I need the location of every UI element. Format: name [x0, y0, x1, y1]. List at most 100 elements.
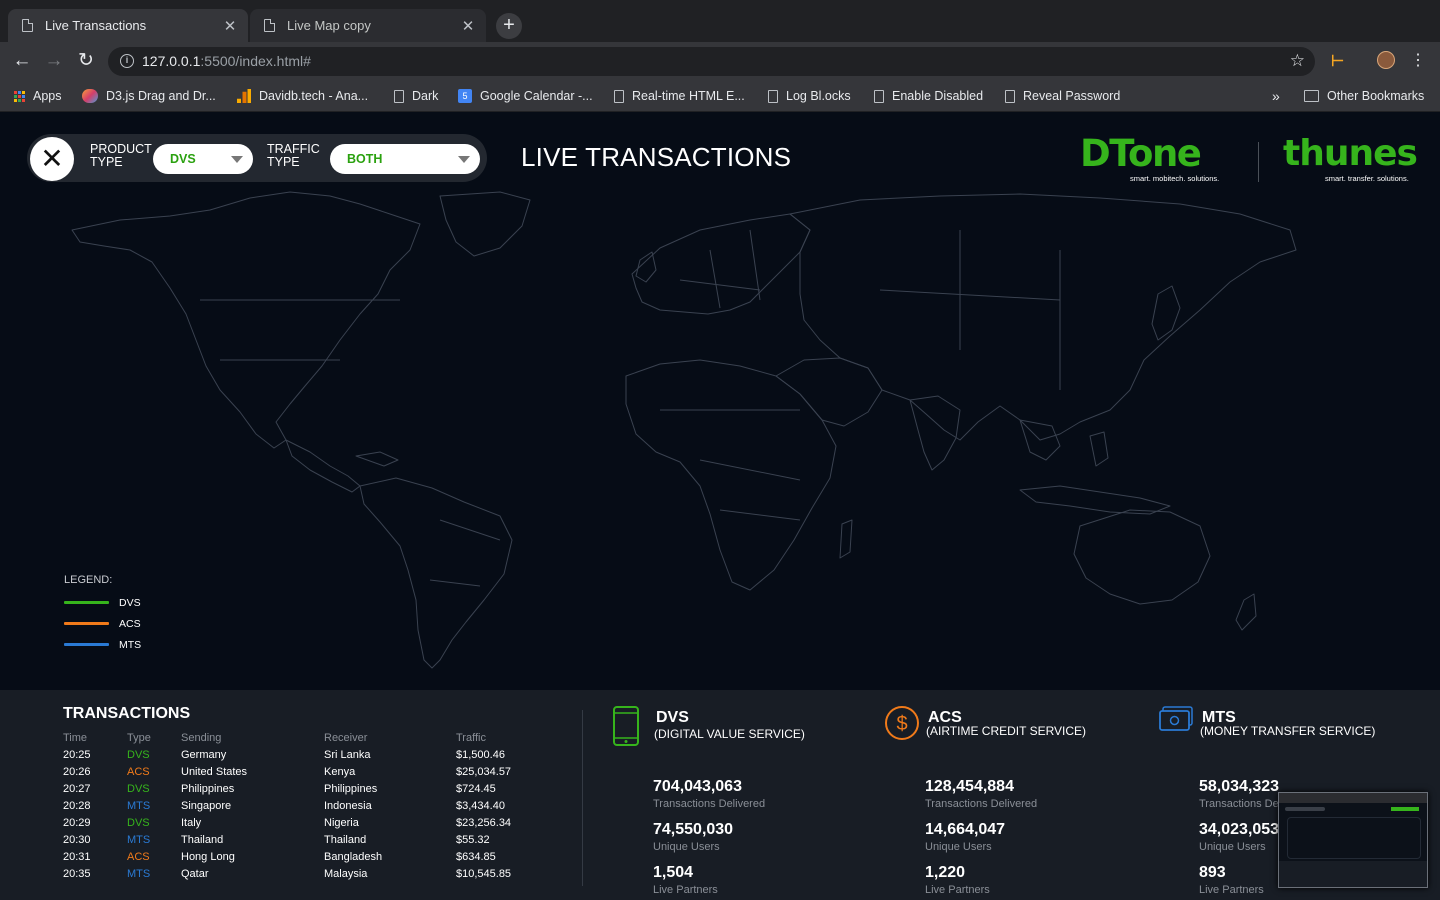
bookmark-star-icon[interactable]: ☆ [1290, 51, 1305, 71]
bookmark-label: Log Bl.ocks [786, 89, 851, 103]
map-greenland [439, 191, 531, 257]
bookmark-log-blocks[interactable]: Log Bl.ocks [768, 86, 851, 106]
tab-title: Live Transactions [45, 18, 147, 33]
thumbnail-controls [1285, 807, 1325, 811]
thumbnail-map [1287, 817, 1421, 859]
cell-traffic: $3,434.40 [456, 800, 505, 812]
svg-text:$: $ [896, 713, 907, 735]
stat-partners-label: Live Partners [1199, 884, 1264, 896]
forward-arrow-icon[interactable]: → [43, 50, 65, 72]
stats-panel: TRANSACTIONS Time Type Sending Receiver … [0, 690, 1440, 900]
thumbnail-chrome [1279, 793, 1427, 803]
stat-users: 34,023,053 [1199, 821, 1280, 838]
cell-traffic: $25,034.57 [456, 766, 512, 778]
dtone-tagline: smart. mobitech. solutions. [1130, 174, 1220, 183]
page-icon [1005, 89, 1015, 103]
map-europe [631, 213, 811, 315]
url-text[interactable]: 127.0.0.1:5500/index.html# [142, 53, 311, 69]
bookmark-apps[interactable]: Apps [14, 86, 62, 106]
cell-type: MTS [127, 800, 151, 812]
map-japan [1151, 285, 1181, 341]
tab-live-transactions[interactable]: Live Transactions ✕ [8, 9, 248, 42]
traffic-type-select[interactable]: BOTH [330, 144, 480, 174]
page-icon [874, 89, 884, 103]
header-receiver: Receiver [324, 732, 368, 744]
map-asia [789, 193, 1297, 441]
stat-users: 74,550,030 [653, 821, 734, 838]
url-host: 127.0.0.1 [142, 53, 201, 69]
cell-receiver: Indonesia [324, 800, 372, 812]
cell-time: 20:27 [63, 783, 91, 795]
bookmarks-overflow-chevron-icon[interactable]: » [1272, 86, 1280, 106]
live-transactions-app: ✕ PRODUCT TYPE DVS TRAFFIC TYPE BOTH LIV… [0, 112, 1440, 900]
tab-live-map-copy[interactable]: Live Map copy ✕ [250, 9, 486, 42]
header-traffic: Traffic [456, 732, 486, 744]
other-bookmarks-folder[interactable]: Other Bookmarks [1304, 86, 1424, 106]
cell-type: MTS [127, 834, 151, 846]
cell-traffic: $634.85 [456, 851, 496, 863]
bookmark-google-calendar[interactable]: 5 Google Calendar -... [458, 86, 593, 106]
bookmark-label: Dark [412, 89, 439, 103]
cell-time: 20:29 [63, 817, 91, 829]
stat-users-label: Unique Users [1199, 841, 1266, 853]
profile-avatar[interactable] [1377, 51, 1395, 69]
legend-label: MTS [119, 638, 142, 651]
bookmark-dark[interactable]: Dark [394, 86, 438, 106]
dtone-logo: DTone smart. mobitech. solutions. [1080, 134, 1240, 188]
url-path: :5500/index.html# [200, 53, 311, 69]
close-icon[interactable]: ✕ [30, 137, 74, 181]
legend-title: LEGEND: [64, 574, 113, 586]
map-caribbean [355, 451, 399, 467]
close-tab-icon[interactable]: ✕ [460, 17, 476, 35]
product-type-select[interactable]: DVS [153, 144, 253, 174]
legend-line-acs [64, 622, 109, 625]
map-philippines [1089, 431, 1109, 467]
new-tab-button[interactable]: + [496, 13, 522, 39]
stat-transactions-label: Transactions Delivered [653, 798, 766, 810]
screenshot-thumbnail[interactable] [1278, 792, 1428, 888]
cell-sending: Hong Long [181, 851, 235, 863]
stat-transactions: 58,034,323 [1199, 778, 1280, 795]
bookmark-realtime-html[interactable]: Real-time HTML E... [614, 86, 745, 106]
header-sending: Sending [181, 732, 222, 744]
bookmark-enable-disabled[interactable]: Enable Disabled [874, 86, 983, 106]
map-north-america [71, 191, 421, 449]
cell-receiver: Malaysia [324, 868, 368, 880]
close-tab-icon[interactable]: ✕ [222, 17, 238, 35]
bookmark-davidb-tech[interactable]: Davidb.tech - Ana... [237, 86, 368, 106]
browser-menu-icon[interactable]: ⋮ [1410, 50, 1426, 70]
panel-divider [582, 710, 583, 886]
cell-type: ACS [127, 851, 150, 863]
stat-transactions-label: Transactions Delivered [925, 798, 1038, 810]
d3-favicon-icon [82, 89, 98, 103]
stat-partners: 1,220 [925, 864, 966, 881]
bookmark-d3-drag[interactable]: D3.js Drag and Dr... [82, 86, 216, 106]
stat-partners: 1,504 [653, 864, 694, 881]
legend-line-mts [64, 643, 109, 646]
thunes-wordmark: thunes [1283, 133, 1418, 174]
chevron-down-icon [458, 156, 470, 163]
extension-icon[interactable]: ⊢ [1331, 52, 1344, 70]
stat-partners-label: Live Partners [653, 884, 718, 896]
map-borders [200, 229, 1061, 587]
mobile-phone-icon [613, 706, 639, 746]
cell-receiver: Philippines [324, 783, 378, 795]
dtone-wordmark: DTone [1080, 132, 1202, 175]
traffic-type-value: BOTH [347, 152, 383, 166]
page-icon [394, 89, 404, 103]
cell-sending: Philippines [181, 783, 235, 795]
stat-name: (DIGITAL VALUE SERVICE) [654, 727, 805, 741]
analytics-bars-icon [237, 89, 251, 103]
site-info-icon[interactable]: i [120, 54, 134, 68]
map-indonesia [1019, 485, 1171, 515]
back-arrow-icon[interactable]: ← [11, 50, 33, 72]
bookmark-label: D3.js Drag and Dr... [106, 89, 216, 103]
banknote-icon [1159, 706, 1193, 731]
reload-icon[interactable]: ↻ [75, 50, 97, 72]
stat-code: DVS [656, 709, 689, 726]
legend-item-mts: MTS [64, 634, 141, 655]
bookmark-reveal-password[interactable]: Reveal Password [1005, 86, 1120, 106]
address-bar[interactable]: i 127.0.0.1:5500/index.html# ☆ [108, 47, 1315, 76]
cell-sending: Singapore [181, 800, 232, 812]
transactions-title: TRANSACTIONS [63, 705, 191, 722]
